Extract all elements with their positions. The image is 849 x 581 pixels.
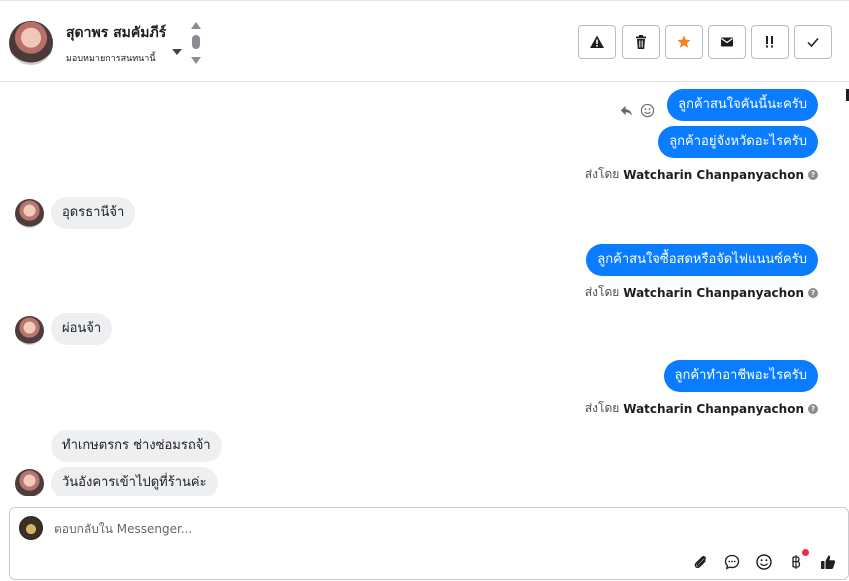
- sent-by-label: ส่งโดย Watcharin Chanpanyachon ?: [585, 283, 818, 302]
- incoming-message[interactable]: ผ่อนจ้า: [51, 313, 113, 345]
- sent-by-prefix: ส่งโดย: [584, 167, 620, 181]
- conversation-scroller-handle[interactable]: [192, 35, 200, 49]
- sent-by-label: ส่งโดย Watcharin Chanpanyachon ?: [585, 165, 818, 184]
- assign-conversation-label[interactable]: มอบหมายการสนทนานี้: [66, 51, 156, 65]
- message-actions: [619, 103, 655, 118]
- sent-by-prefix: ส่งโดย: [584, 401, 620, 415]
- saved-replies-button[interactable]: [722, 552, 742, 572]
- emoji-button[interactable]: [754, 552, 774, 572]
- sent-by-prefix: ส่งโดย: [584, 285, 620, 299]
- reply-composer: [9, 507, 849, 580]
- previous-conversation-icon[interactable]: [191, 22, 201, 29]
- mark-unread-button[interactable]: [708, 25, 746, 59]
- warning-icon: [590, 35, 604, 48]
- react-emoji-icon[interactable]: [640, 103, 655, 118]
- contact-avatar-small: [15, 316, 44, 345]
- follow-up-button[interactable]: [751, 25, 789, 59]
- like-button[interactable]: [818, 552, 838, 572]
- outgoing-message[interactable]: ลูกค้าอยู่จังหวัดอะไรครับ: [658, 126, 818, 158]
- like-icon: [821, 555, 836, 569]
- page-avatar: [19, 516, 43, 540]
- envelope-icon: [721, 37, 733, 47]
- emoji-icon: [756, 554, 772, 570]
- incoming-message[interactable]: ทำเกษตรกร ช่างซ่อมรถจ้า: [51, 430, 222, 462]
- attach-button[interactable]: [690, 552, 710, 572]
- delete-button[interactable]: [622, 25, 660, 59]
- spam-button[interactable]: [578, 25, 616, 59]
- help-icon[interactable]: ?: [808, 287, 818, 298]
- incoming-message[interactable]: วันอังคารเข้าไปดูที่ร้านค่ะ: [51, 467, 218, 496]
- conversation-header: สุดาพร สมคัมภีร์ มอบหมายการสนทนานี้: [0, 0, 849, 82]
- done-button[interactable]: [794, 25, 832, 59]
- outgoing-message[interactable]: ลูกค้าสนใจซื้อสดหรือจัดไฟแนนซ์ครับ: [586, 244, 818, 276]
- reply-icon[interactable]: [619, 103, 634, 118]
- reply-input[interactable]: [54, 520, 754, 538]
- chevron-down-icon[interactable]: [172, 49, 182, 55]
- contact-avatar-small: [15, 199, 44, 228]
- message-thread[interactable]: ลูกค้าสนใจคันนี้นะครับ ลูกค้าอยู่จังหวัด…: [0, 83, 849, 496]
- inbox-conversation: สุดาพร สมคัมภีร์ มอบหมายการสนทนานี้ ลูกค…: [0, 0, 849, 581]
- sender-name: Watcharin Chanpanyachon: [623, 285, 804, 300]
- sender-name: Watcharin Chanpanyachon: [623, 167, 804, 182]
- attach-icon: [694, 555, 706, 569]
- next-conversation-icon[interactable]: [191, 57, 201, 64]
- star-button[interactable]: [665, 25, 703, 59]
- contact-avatar-small: [15, 469, 44, 496]
- sender-name: Watcharin Chanpanyachon: [623, 401, 804, 416]
- trash-icon: [636, 35, 646, 49]
- outgoing-message[interactable]: ลูกค้าสนใจคันนี้นะครับ: [667, 89, 818, 121]
- follow-up-icon: [766, 36, 773, 48]
- outgoing-message[interactable]: ลูกค้าทำอาชีพอะไรครับ: [663, 360, 818, 392]
- notification-dot: [802, 549, 809, 556]
- contact-name[interactable]: สุดาพร สมคัมภีร์: [66, 22, 166, 44]
- help-icon[interactable]: ?: [808, 403, 818, 414]
- check-icon: [807, 38, 819, 48]
- contact-avatar[interactable]: [9, 21, 53, 65]
- incoming-message[interactable]: อุดรธานีจ้า: [51, 197, 136, 229]
- help-icon[interactable]: ?: [808, 169, 818, 180]
- sent-by-label: ส่งโดย Watcharin Chanpanyachon ?: [585, 399, 818, 418]
- star-icon: [677, 35, 691, 48]
- baht-icon: [792, 555, 801, 569]
- saved-replies-icon: [724, 554, 740, 570]
